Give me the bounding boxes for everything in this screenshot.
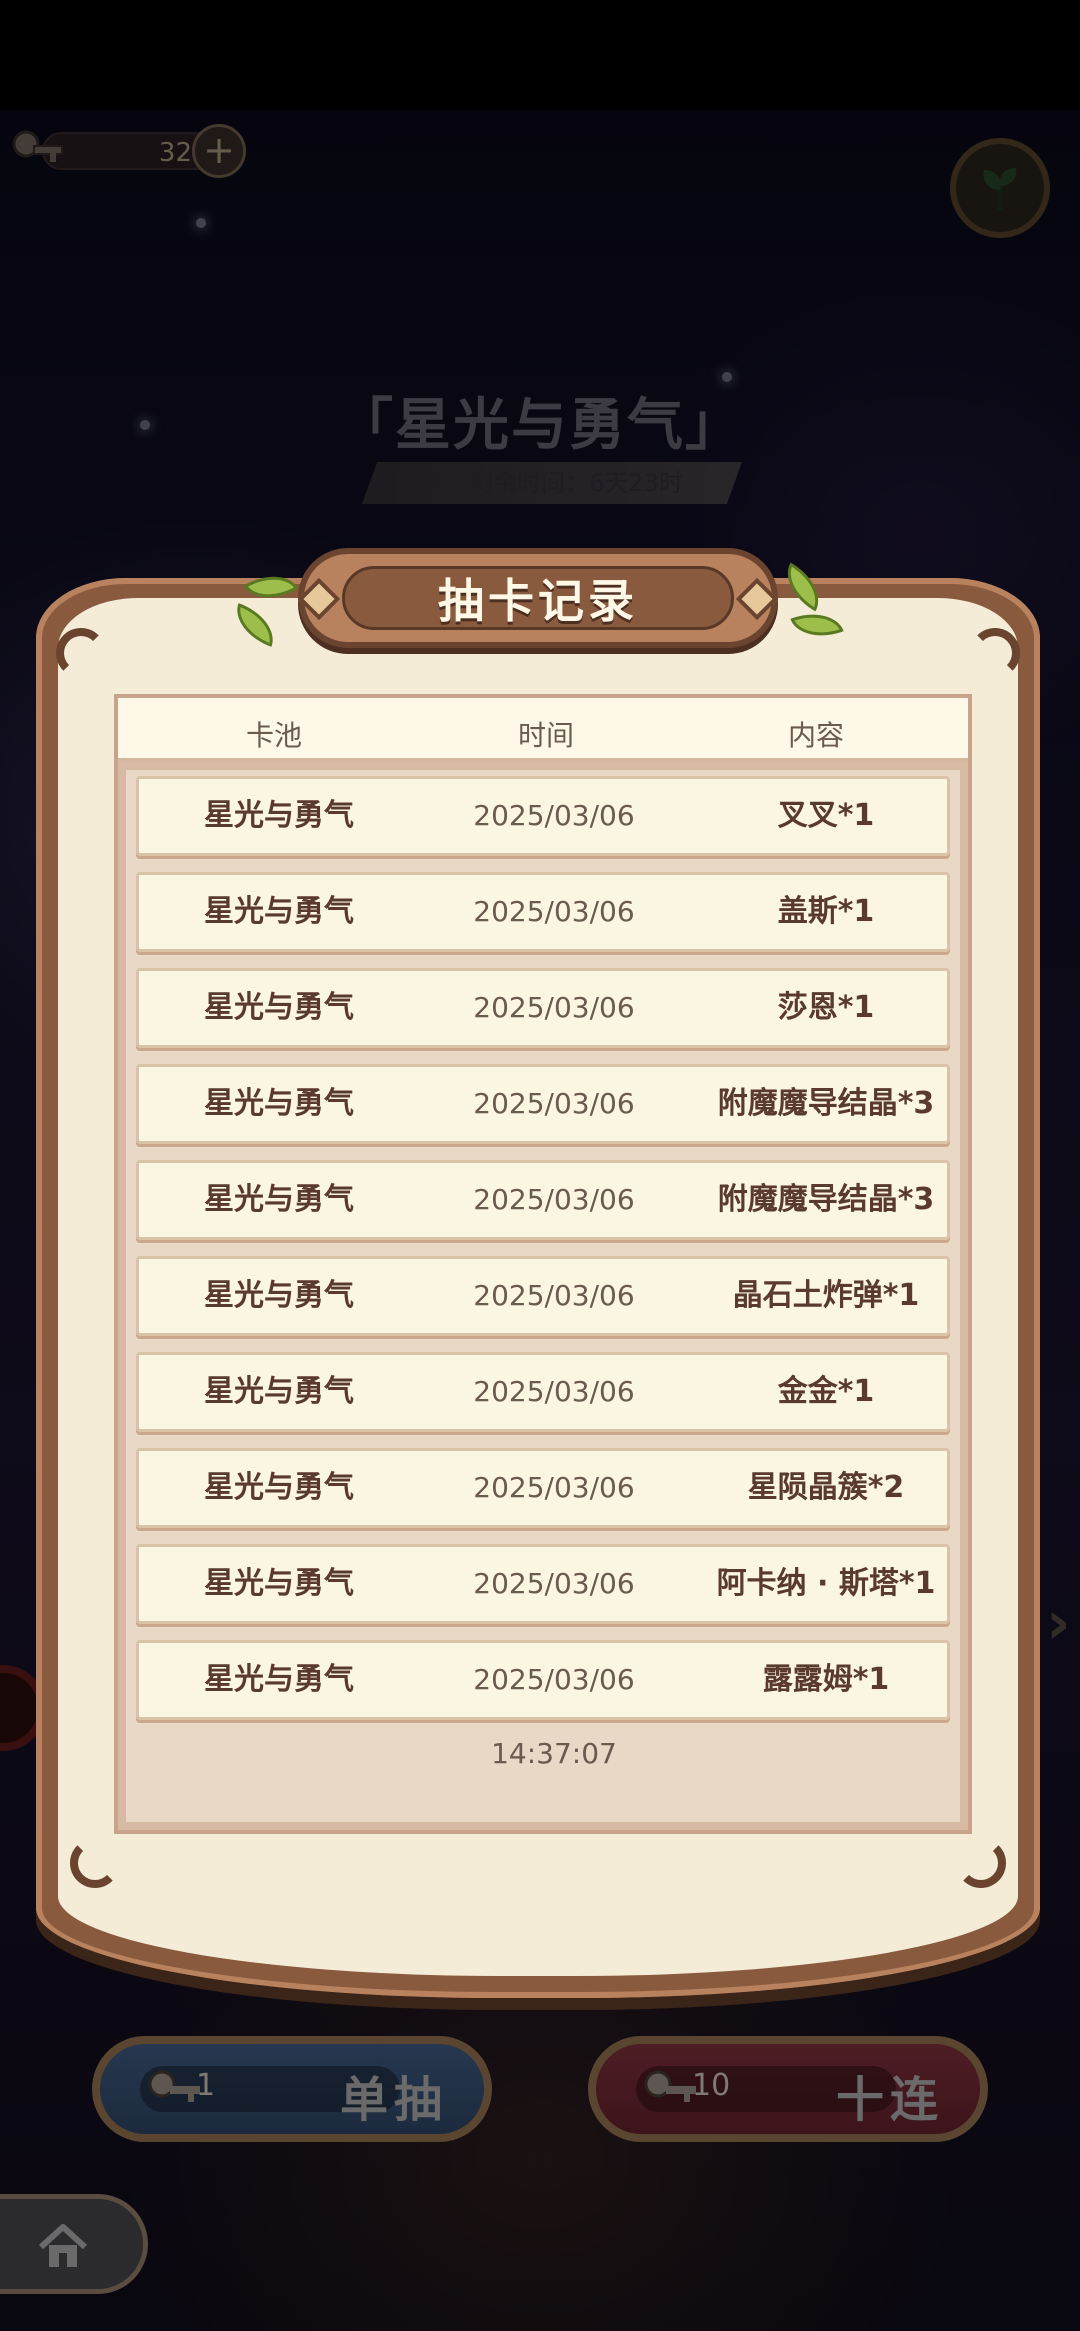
corner-ornament: [70, 1838, 120, 1888]
table-row: 星光与勇气 2025/03/06 14:37:07 叉叉*1: [136, 776, 950, 906]
row-content: 附魔魔导结晶*3: [717, 1086, 935, 1121]
row-pool: 星光与勇气: [204, 798, 354, 833]
row-pool: 星光与勇气: [204, 1662, 354, 1697]
table-row: 星光与勇气 2025/03/06 14:37:07 盖斯*1: [136, 872, 950, 1002]
ten-draw-button[interactable]: 10 十连: [588, 2036, 988, 2142]
table-row: 星光与勇气 2025/03/06 14:37:07 晶石土炸弹*1: [136, 1256, 950, 1386]
table-row: 星光与勇气 2025/03/06 14:37:07 露露姆*1: [136, 1640, 950, 1770]
home-button[interactable]: [0, 2194, 148, 2294]
row-time: 2025/03/06 14:37:07: [473, 1663, 635, 1770]
corner-ornament: [956, 1838, 1006, 1888]
row-pool: 星光与勇气: [204, 990, 354, 1025]
table-row: 星光与勇气 2025/03/06 14:37:07 星陨晶簇*2: [136, 1448, 950, 1578]
gem-ornament: [297, 577, 341, 621]
home-icon: [38, 2224, 88, 2267]
row-pool: 星光与勇气: [204, 1470, 354, 1505]
row-content: 附魔魔导结晶*3: [717, 1182, 935, 1217]
row-content: 金金*1: [777, 1374, 875, 1409]
table-row: 星光与勇气 2025/03/06 14:37:07 莎恩*1: [136, 968, 950, 1098]
header-pool: 卡池: [246, 719, 303, 752]
single-draw-button[interactable]: 1 单抽: [92, 2036, 492, 2142]
row-content: 露露姆*1: [762, 1662, 890, 1697]
header-time: 时间: [518, 719, 575, 752]
row-pool: 星光与勇气: [204, 894, 354, 929]
single-draw-cost: 1: [196, 2068, 216, 2103]
modal-title-plate: 抽卡记录: [297, 548, 779, 648]
table-row: 星光与勇气 2025/03/06 14:37:07 附魔魔导结晶*3: [136, 1160, 950, 1290]
ten-draw-cost: 10: [692, 2068, 731, 2103]
corner-ornament: [970, 628, 1020, 678]
row-content: 晶石土炸弹*1: [732, 1278, 920, 1313]
ten-draw-label: 十连: [835, 2072, 944, 2128]
table-header: 卡池 时间 内容: [118, 698, 968, 762]
history-table: 卡池 时间 内容 星光与勇气 2025/03/06 14:37:07 叉叉*1 …: [114, 694, 972, 1834]
row-content: 阿卡纳 · 斯塔*1: [716, 1566, 936, 1601]
gem-ornament: [735, 577, 779, 621]
row-content: 星陨晶簇*2: [747, 1470, 905, 1505]
table-body[interactable]: 星光与勇气 2025/03/06 14:37:07 叉叉*1 星光与勇气 202…: [126, 770, 960, 1822]
table-row: 星光与勇气 2025/03/06 14:37:07 附魔魔导结晶*3: [136, 1064, 950, 1194]
table-row: 星光与勇气 2025/03/06 14:37:07 阿卡纳 · 斯塔*1: [136, 1544, 950, 1674]
row-pool: 星光与勇气: [204, 1566, 354, 1601]
row-content: 叉叉*1: [777, 798, 875, 833]
single-draw-label: 单抽: [339, 2072, 448, 2128]
draw-history-modal: 抽卡记录 卡池 时间 内容 星光与勇气 2025/03/06 14:37:07 …: [36, 548, 1040, 1998]
row-pool: 星光与勇气: [204, 1182, 354, 1217]
row-content: 莎恩*1: [777, 990, 875, 1025]
row-content: 盖斯*1: [777, 894, 875, 929]
modal-title: 抽卡记录: [438, 574, 638, 628]
row-pool: 星光与勇气: [204, 1374, 354, 1409]
row-pool: 星光与勇气: [204, 1278, 354, 1313]
corner-ornament: [56, 628, 106, 678]
header-content: 内容: [788, 719, 845, 752]
table-row: 星光与勇气 2025/03/06 14:37:07 金金*1: [136, 1352, 950, 1482]
row-pool: 星光与勇气: [204, 1086, 354, 1121]
